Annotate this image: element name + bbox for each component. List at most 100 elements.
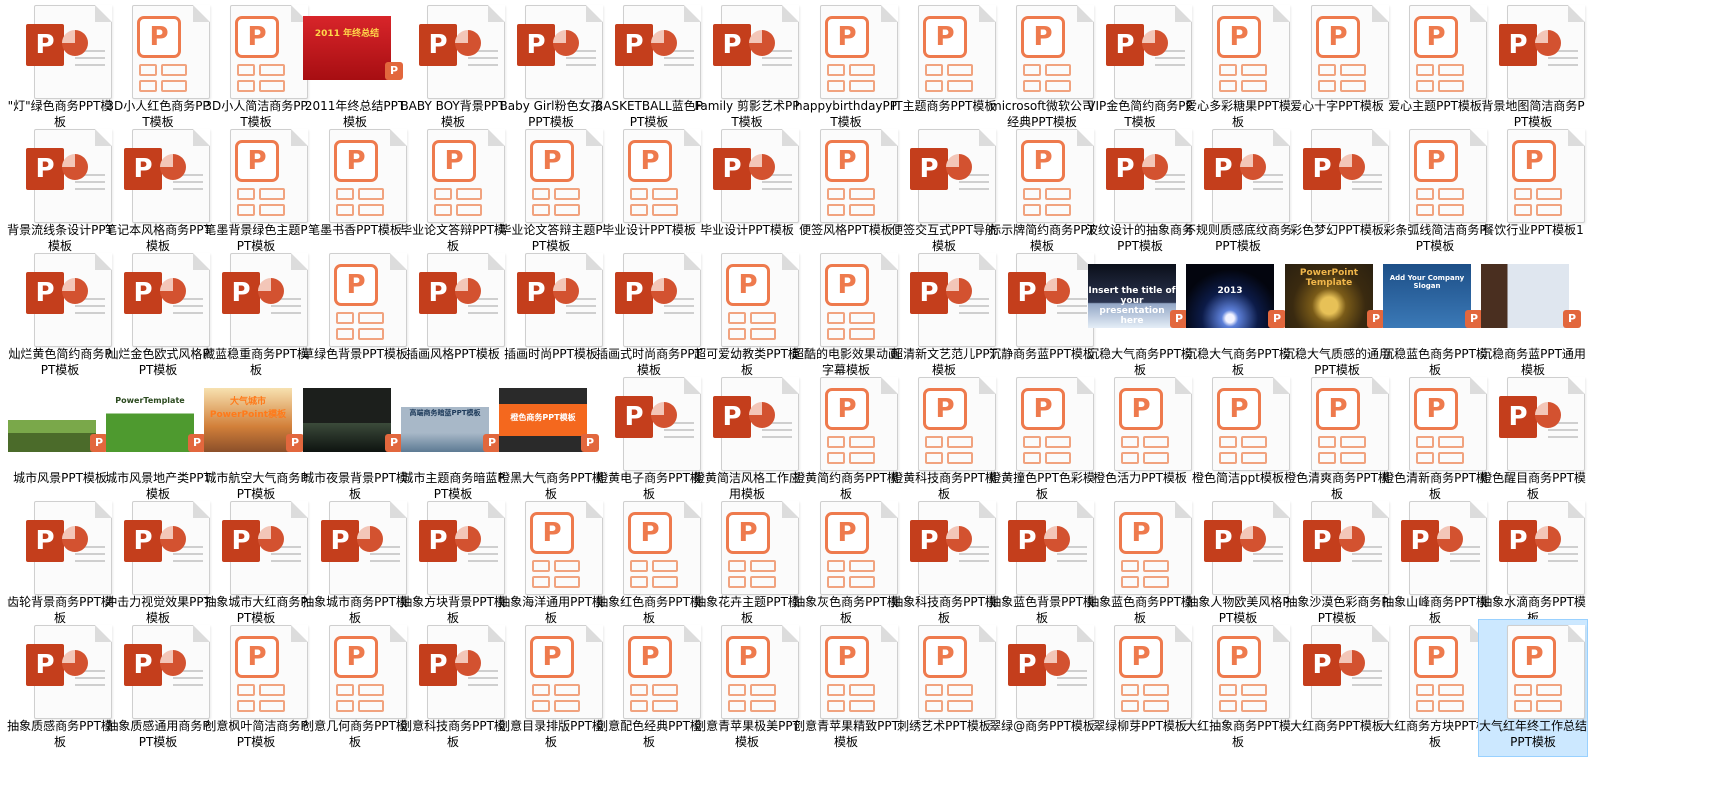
file-item[interactable]: P 橙色活力PPT模板 xyxy=(1086,372,1194,508)
file-item[interactable]: P 抽象灰色商务PPT模板 xyxy=(792,496,900,632)
file-item[interactable]: P 超酷的电影效果动画字幕模板 xyxy=(792,248,900,384)
file-item[interactable]: P 橙黄科技商务PPT模板 xyxy=(890,372,998,508)
file-item[interactable]: P 藏蓝稳重商务PPT模板 xyxy=(202,248,310,384)
file-item[interactable]: P 毕业论文答辩PPT模板 xyxy=(399,124,507,260)
file-item[interactable]: P 齿轮背景商务PPT模板 xyxy=(6,496,114,632)
file-item[interactable]: P 大红商务方块PPT模板 xyxy=(1381,620,1489,756)
file-item[interactable]: P Baby Girl粉色女孩PPT模板 xyxy=(497,0,605,136)
file-item[interactable]: P 波纹设计的抽象商务PPT模板 xyxy=(1086,124,1194,260)
file-item[interactable]: P 橙黄电子商务PPT模板 xyxy=(595,372,703,508)
file-item[interactable]: P 橙色清爽商务PPT模板 xyxy=(1283,372,1391,508)
file-item[interactable]: P 笔记本风格商务PPT模板 xyxy=(104,124,212,260)
file-item[interactable]: P 插画时尚PPT模板 xyxy=(497,248,605,384)
file-item[interactable]: P 抽象水滴商务PPT模板 xyxy=(1479,496,1587,632)
file-item[interactable]: P 翠绿柳芽PPT模板 xyxy=(1086,620,1194,756)
file-item[interactable]: P 大红抽象商务PPT模板 xyxy=(1184,620,1292,756)
file-item[interactable]: P 草绿色背景PPT模板 xyxy=(301,248,409,384)
file-item[interactable]: P 抽象红色商务PPT模板 xyxy=(595,496,703,632)
file-item[interactable]: P 爱心十字PPT模板 xyxy=(1283,0,1391,136)
file-item[interactable]: 2013 P 沉稳大气商务PPT模板 xyxy=(1184,248,1292,384)
file-item[interactable]: P 毕业论文答辩主题PPT模板 xyxy=(497,124,605,260)
file-item[interactable]: Add Your Company Slogan P 沉稳蓝色商务PPT模板 xyxy=(1381,248,1489,384)
file-item[interactable]: P 3D小人简洁商务PPT模板 xyxy=(202,0,310,136)
file-item[interactable]: P 插画风格PPT模板 xyxy=(399,248,507,384)
file-item[interactable]: P 刺绣艺术PPT模板 xyxy=(890,620,998,756)
file-item[interactable]: P 创意几何商务PPT模板 xyxy=(301,620,409,756)
file-item[interactable]: P VIP金色简约商务PPT模板 xyxy=(1086,0,1194,136)
file-item[interactable]: P 抽象城市商务PPT模板 xyxy=(301,496,409,632)
file-item[interactable]: P 城市风景PPT模板 xyxy=(6,372,114,508)
file-item[interactable]: P 橙色简洁ppt模板 xyxy=(1184,372,1292,508)
file-item[interactable]: P 创意青苹果精致PPT模板 xyxy=(792,620,900,756)
file-item[interactable]: P 创意青苹果极美PPT模板 xyxy=(693,620,801,756)
file-item[interactable]: P 彩条弧线简洁商务PPT模板 xyxy=(1381,124,1489,260)
file-item[interactable]: P 爱心多彩糖果PPT模板 xyxy=(1184,0,1292,136)
file-item[interactable]: P 毕业设计PPT模板 xyxy=(693,124,801,260)
file-item[interactable]: P 创意科技商务PPT模板 xyxy=(399,620,507,756)
file-grid: P "灯"绿色商务PPT模板 P 3D小人红色商务PPT模板 P 3D小人简洁商务PPT模… xyxy=(0,0,1723,811)
file-item[interactable]: P 沉静商务蓝PPT模板 xyxy=(988,248,1096,384)
file-item[interactable]: P BASKETBALL蓝色PPT模板 xyxy=(595,0,703,136)
file-item[interactable]: P 抽象人物欧美风格PPT模板 xyxy=(1184,496,1292,632)
file-name: 大红商务PPT模板 xyxy=(1290,719,1384,733)
file-item[interactable]: Pmicrosoft微软公司经典PPT模板 xyxy=(988,0,1096,136)
file-item[interactable]: P 大气红年终工作总结PPT模板 xyxy=(1478,619,1588,757)
file-item[interactable]: P 抽象蓝色商务PPT模板 xyxy=(1086,496,1194,632)
file-item[interactable]: P 抽象沙漠色彩商务PPT模板 xyxy=(1283,496,1391,632)
file-item[interactable]: 橙色商务PPT模板 P 橙黑大气商务PPT模板 xyxy=(497,372,605,508)
file-item[interactable]: P 抽象方块背景PPT模板 xyxy=(399,496,507,632)
file-item[interactable]: P 创意枫叶简洁商务PPT模板 xyxy=(202,620,310,756)
file-item[interactable]: P "灯"绿色商务PPT模板 xyxy=(6,0,114,136)
file-item[interactable]: P 橙色清新商务PPT模板 xyxy=(1381,372,1489,508)
file-item[interactable]: P 彩色梦幻PPT模板 xyxy=(1283,124,1391,260)
file-item[interactable]: PhappybirthdayPPT模板 xyxy=(792,0,900,136)
file-item[interactable]: P 橙黄简约商务PPT模板 xyxy=(792,372,900,508)
file-item[interactable]: P 抽象花卉主题PPT模板 xyxy=(693,496,801,632)
file-item[interactable]: P 橙黄撞色PPT色彩模板 xyxy=(988,372,1096,508)
file-item[interactable]: P 背景流线条设计PPT模板 xyxy=(6,124,114,260)
file-thumbnail-image: 大气城市PowerPoint模板 P xyxy=(202,372,310,472)
file-item[interactable]: 大气城市PowerPoint模板 P 城市航空大气商务PPT模板 xyxy=(202,372,310,508)
file-item[interactable]: P IT主题商务PPT模板 xyxy=(890,0,998,136)
file-item[interactable]: 高端商务暗蓝PPT模板 P 城市主题商务暗蓝PPT模板 xyxy=(399,372,507,508)
file-item[interactable]: P 沉稳商务蓝PPT通用模板 xyxy=(1479,248,1587,384)
file-item[interactable]: P 毕业设计PPT模板 xyxy=(595,124,703,260)
file-item[interactable]: P 大红商务PPT模板 xyxy=(1283,620,1391,756)
file-item[interactable]: P 餐饮行业PPT模板1 xyxy=(1479,124,1587,260)
file-item[interactable]: P 橙黄简洁风格工作应用模板 xyxy=(693,372,801,508)
file-item[interactable]: P 抽象海洋通用PPT模板 xyxy=(497,496,605,632)
file-item[interactable]: P 冲击力视觉效果PPT模板 xyxy=(104,496,212,632)
file-item[interactable]: P 不规则质感底纹商务PPT模板 xyxy=(1184,124,1292,260)
file-item[interactable]: P 橙色醒目商务PPT模板 xyxy=(1479,372,1587,508)
file-item[interactable]: PowerTemplate P 城市风景地产类PPT模板 xyxy=(104,372,212,508)
file-item[interactable]: P 标示牌简约商务PPT模板 xyxy=(988,124,1096,260)
file-item[interactable]: P BABY BOY背景PPT模板 xyxy=(399,0,507,136)
file-item[interactable]: P 创意配色经典PPT模板 xyxy=(595,620,703,756)
file-item[interactable]: P 城市夜景背景PPT模板 xyxy=(301,372,409,508)
file-item[interactable]: P 灿烂金色欧式风格PPT模板 xyxy=(104,248,212,384)
file-item[interactable]: P 笔墨背景绿色主题PPT模板 xyxy=(202,124,310,260)
file-item[interactable]: P 抽象质感通用商务PPT模板 xyxy=(104,620,212,756)
file-item[interactable]: 2011 年终总结 P 2011年终总结PPT模板 xyxy=(301,0,409,136)
file-item[interactable]: P 背景地图简洁商务PPT模板 xyxy=(1479,0,1587,136)
file-item[interactable]: P 创意目录排版PPT模板 xyxy=(497,620,605,756)
file-item[interactable]: Insert the title of your presentation he… xyxy=(1086,248,1194,384)
file-item[interactable]: P 超清新文艺范儿PPT模板 xyxy=(890,248,998,384)
file-item[interactable]: P 3D小人红色商务PPT模板 xyxy=(104,0,212,136)
file-item[interactable]: P 抽象蓝色背景PPT模板 xyxy=(988,496,1096,632)
file-item[interactable]: P 翠绿@商务PPT模板 xyxy=(988,620,1096,756)
file-item[interactable]: P 抽象科技商务PPT模板 xyxy=(890,496,998,632)
file-item[interactable]: PowerPoint Template P 沉稳大气质感的通用PPT模板 xyxy=(1283,248,1391,384)
file-item[interactable]: P 便签风格PPT模板 xyxy=(792,124,900,260)
file-item[interactable]: P 灿烂黄色简约商务PPT模板 xyxy=(6,248,114,384)
file-item[interactable]: P 笔墨书香PPT模板 xyxy=(301,124,409,260)
file-item[interactable]: P 爱心主题PPT模板 xyxy=(1381,0,1489,136)
file-item[interactable]: P 便签交互式PPT导航模板 xyxy=(890,124,998,260)
file-item[interactable]: P 插画式时尚商务PPT模板 xyxy=(595,248,703,384)
file-item[interactable]: P Family 剪影艺术PPT模板 xyxy=(693,0,801,136)
file-item[interactable]: P 超可爱幼教类PPT模板 xyxy=(693,248,801,384)
file-thumbnail-image: P xyxy=(6,372,114,472)
file-item[interactable]: P 抽象山峰商务PPT模板 xyxy=(1381,496,1489,632)
file-item[interactable]: P 抽象质感商务PPT模板 xyxy=(6,620,114,756)
file-item[interactable]: P 抽象城市大红商务PPT模板 xyxy=(202,496,310,632)
